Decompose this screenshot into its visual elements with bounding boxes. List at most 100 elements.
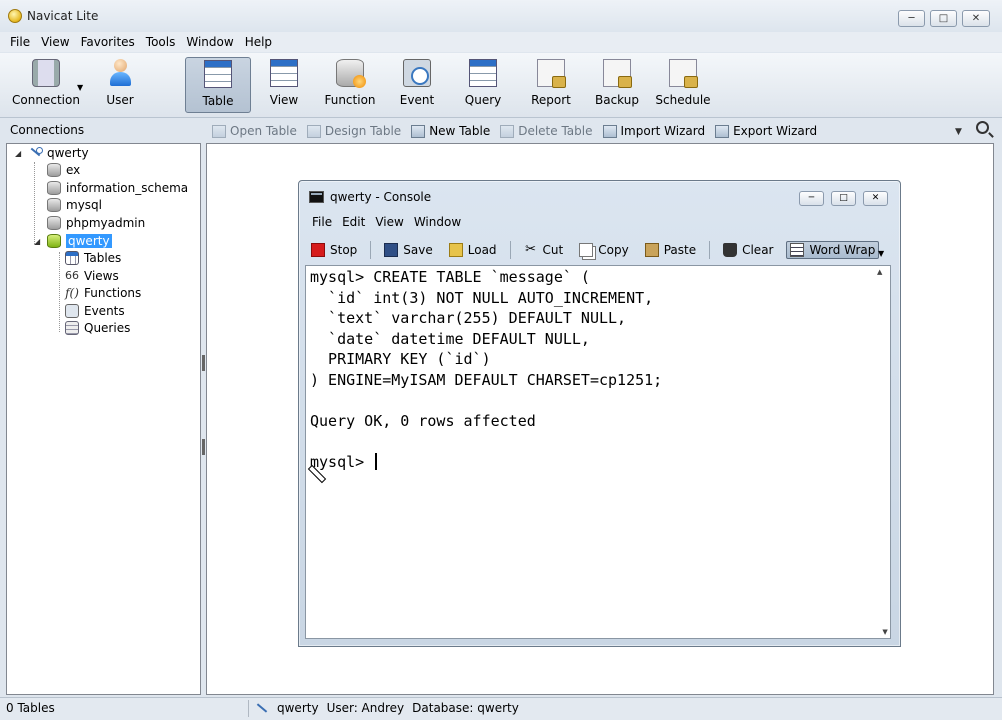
tree-db-information-schema[interactable]: information_schema (34, 181, 188, 195)
paste-clipboard-icon (644, 243, 659, 257)
tree-db-qwerty[interactable]: ◢ qwerty (34, 234, 112, 248)
tree-tables[interactable]: Tables (65, 251, 121, 265)
menu-help[interactable]: Help (245, 35, 272, 49)
tree-queries[interactable]: Queries (65, 321, 130, 335)
console-text: mysql> CREATE TABLE `message` ( `id` int… (310, 267, 662, 472)
table-label: Table (202, 94, 234, 108)
console-menu-view[interactable]: View (375, 215, 403, 229)
connection-label: Connection (12, 93, 80, 107)
load-folder-icon (448, 243, 463, 257)
tree-db-ex[interactable]: ex (34, 163, 80, 177)
tree-views[interactable]: 66 Views (65, 269, 119, 283)
status-table-count: 0 Tables (6, 701, 55, 715)
table-button[interactable]: Table (185, 57, 251, 113)
word-wrap-icon (790, 243, 805, 257)
user-button[interactable]: User (92, 57, 148, 113)
stop-label: Stop (330, 243, 358, 257)
delete-table-icon (500, 124, 515, 138)
tables-label: Tables (84, 251, 122, 265)
main-toolbar: Connection ▼ User Table View Function Ev… (0, 53, 1002, 118)
functions-icon: f() (65, 286, 79, 300)
collapse-arrow-icon[interactable]: ◢ (15, 149, 23, 158)
event-button[interactable]: Event (392, 57, 442, 113)
console-scrollbar[interactable]: ▲ ▼ (877, 268, 888, 636)
clear-button[interactable]: Clear (720, 242, 776, 258)
pane-splitter[interactable] (202, 355, 205, 455)
tree-connection-qwerty[interactable]: ◢ qwerty (15, 146, 89, 160)
new-table-button[interactable]: New Table (411, 124, 490, 138)
export-wizard-button[interactable]: Export Wizard (715, 124, 817, 138)
export-wizard-label: Export Wizard (733, 124, 818, 138)
maximize-button[interactable]: □ (930, 10, 957, 27)
console-maximize-button[interactable]: □ (831, 191, 856, 206)
title-bar: Navicat Lite ─ □ ✕ (0, 0, 1002, 32)
console-minimize-button[interactable]: ─ (799, 191, 824, 206)
delete-table-button[interactable]: Delete Table (500, 124, 593, 138)
console-line: `text` varchar(255) DEFAULT NULL, (310, 309, 627, 327)
console-menu-edit[interactable]: Edit (342, 215, 365, 229)
connection-icon (32, 59, 60, 87)
clear-label: Clear (742, 243, 774, 257)
query-button[interactable]: Query (457, 57, 509, 113)
report-label: Report (531, 93, 571, 107)
query-label: Query (464, 93, 502, 107)
menu-window[interactable]: Window (186, 35, 233, 49)
load-button[interactable]: Load (446, 242, 500, 258)
menu-view[interactable]: View (41, 35, 69, 49)
database-icon (47, 216, 61, 230)
database-name: mysql (66, 198, 102, 212)
report-button[interactable]: Report (524, 57, 578, 113)
function-button[interactable]: Function (318, 57, 382, 113)
scroll-up-arrow-icon[interactable]: ▲ (877, 268, 882, 276)
view-button[interactable]: View (257, 57, 311, 113)
console-close-button[interactable]: ✕ (863, 191, 888, 206)
open-table-button[interactable]: Open Table (212, 124, 297, 138)
connection-dropdown-icon[interactable]: ▼ (77, 83, 83, 92)
console-output[interactable]: mysql> CREATE TABLE `message` ( `id` int… (305, 265, 891, 639)
navicat-app-icon (8, 9, 22, 23)
console-line: mysql> CREATE TABLE `message` ( (310, 268, 590, 286)
clear-trash-icon (723, 243, 738, 257)
views-label: Views (84, 269, 119, 283)
console-toolbar-overflow-icon[interactable]: ▼ (878, 249, 884, 258)
tree-functions[interactable]: f() Functions (65, 286, 141, 300)
design-table-button[interactable]: Design Table (306, 124, 401, 138)
menu-favorites[interactable]: Favorites (81, 35, 135, 49)
minimize-button[interactable]: ─ (898, 10, 925, 27)
new-table-icon (411, 124, 426, 138)
event-icon (403, 59, 431, 87)
console-menu-window[interactable]: Window (414, 215, 461, 229)
view-label: View (269, 93, 299, 107)
schedule-button[interactable]: Schedule (654, 57, 712, 113)
load-label: Load (467, 243, 497, 257)
menu-tools[interactable]: Tools (146, 35, 176, 49)
stop-button[interactable]: Stop (308, 242, 360, 258)
connection-button[interactable]: Connection (10, 57, 82, 113)
views-glasses-icon: 66 (65, 269, 79, 282)
tree-db-mysql[interactable]: mysql (34, 198, 102, 212)
design-table-icon (306, 124, 321, 138)
scroll-down-arrow-icon[interactable]: ▼ (882, 628, 887, 636)
close-button[interactable]: ✕ (962, 10, 990, 27)
tree-db-phpmyadmin[interactable]: phpmyadmin (34, 216, 145, 230)
word-wrap-button[interactable]: Word Wrap (786, 241, 880, 259)
import-wizard-icon (602, 124, 617, 138)
save-disk-icon (384, 243, 399, 257)
paste-button[interactable]: Paste (642, 242, 699, 258)
collapse-arrow-icon[interactable]: ◢ (34, 237, 42, 246)
window-title: Navicat Lite (27, 9, 99, 23)
tree-events[interactable]: Events (65, 304, 125, 318)
backup-button[interactable]: Backup (591, 57, 643, 113)
console-menu-file[interactable]: File (312, 215, 332, 229)
event-label: Event (399, 93, 435, 107)
toolbar-overflow-chevron-icon[interactable]: ▼ (955, 127, 962, 137)
console-line: Query OK, 0 rows affected (310, 411, 536, 430)
save-button[interactable]: Save (381, 242, 435, 258)
database-name: qwerty (66, 234, 112, 248)
search-icon[interactable] (976, 121, 989, 134)
menu-file[interactable]: File (10, 35, 30, 49)
cut-button[interactable]: ✂ Cut (521, 242, 567, 258)
import-wizard-button[interactable]: Import Wizard (602, 124, 705, 138)
functions-label: Functions (84, 286, 142, 300)
copy-button[interactable]: Copy (576, 242, 631, 258)
